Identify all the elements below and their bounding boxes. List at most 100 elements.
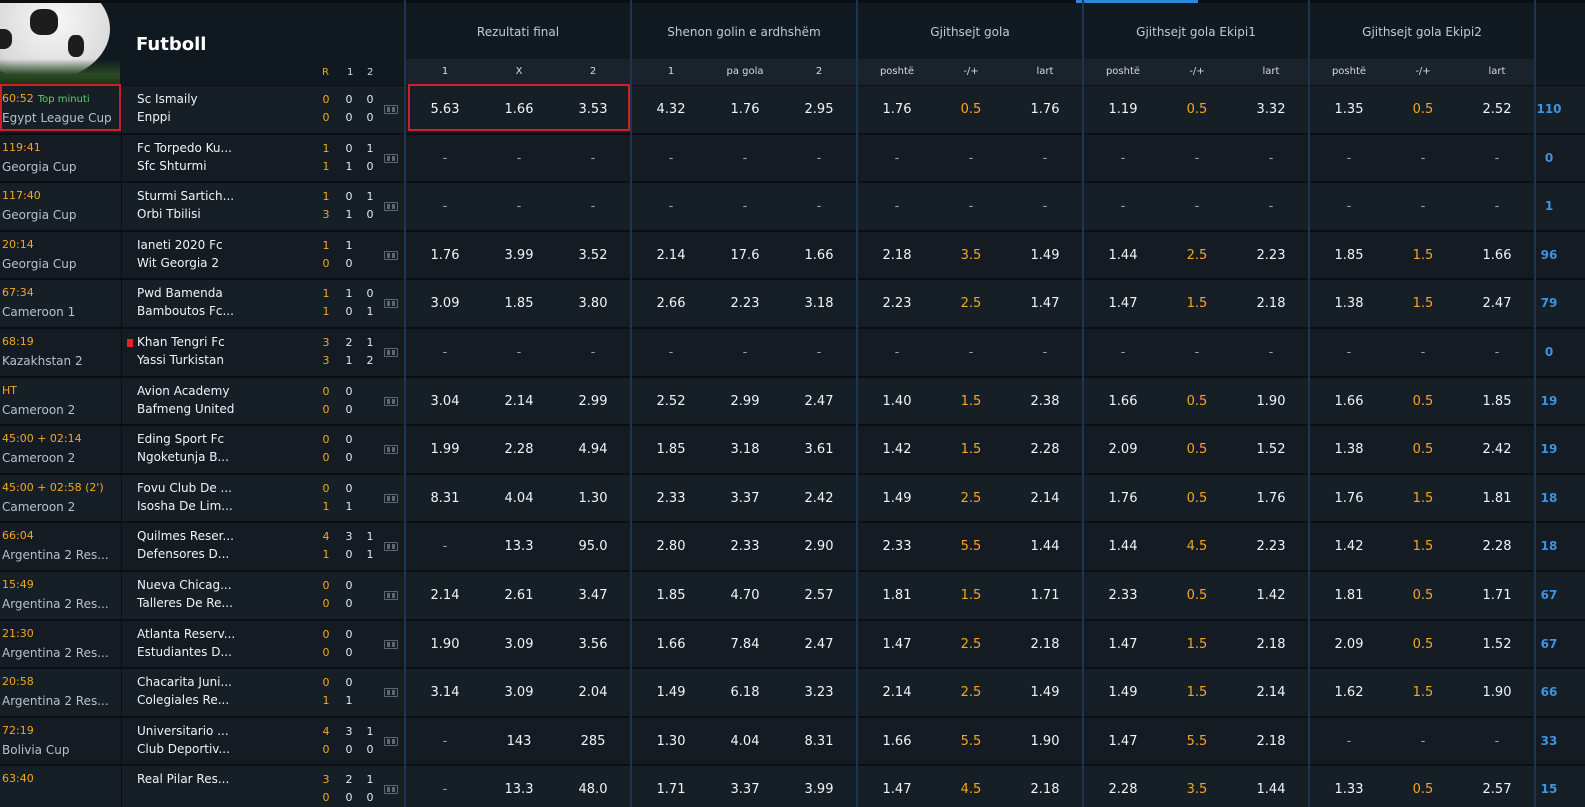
- odds-button[interactable]: 8.31: [408, 491, 482, 506]
- odds-button[interactable]: 2.14: [1008, 491, 1082, 506]
- match-row[interactable]: 21:30 Argentina 2 Res... Atlanta Reserv...…: [0, 620, 1585, 669]
- odds-button[interactable]: 1.42: [860, 442, 934, 457]
- odds-button[interactable]: 2.14: [860, 685, 934, 700]
- odds-button[interactable]: 2.95: [782, 102, 856, 117]
- odds-button[interactable]: 7.84: [708, 637, 782, 652]
- odds-button[interactable]: 1.66: [1086, 394, 1160, 409]
- odds-button[interactable]: 2.99: [556, 394, 630, 409]
- odds-button[interactable]: 1.66: [482, 102, 556, 117]
- odds-button[interactable]: 143: [482, 734, 556, 749]
- total-line[interactable]: 2.5: [934, 296, 1008, 311]
- odds-button[interactable]: 2.14: [1234, 685, 1308, 700]
- odds-button[interactable]: 1.49: [1086, 685, 1160, 700]
- odds-button[interactable]: 2.09: [1086, 442, 1160, 457]
- odds-button[interactable]: 1.47: [860, 782, 934, 797]
- markets-count[interactable]: 96: [1536, 248, 1562, 262]
- match-row[interactable]: 68:19 Kazakhstan 2 Khan Tengri Fc Yassi Tur…: [0, 328, 1585, 377]
- markets-count[interactable]: 66: [1536, 685, 1562, 699]
- odds-button[interactable]: 1.85: [482, 296, 556, 311]
- odds-button[interactable]: 3.32: [1234, 102, 1308, 117]
- odds-button[interactable]: 17.6: [708, 248, 782, 263]
- match-info[interactable]: 21:30 Argentina 2 Res... Atlanta Reserv...…: [0, 620, 404, 668]
- odds-button[interactable]: 2.23: [1234, 539, 1308, 554]
- match-row[interactable]: 15:49 Argentina 2 Res... Nueva Chicag... Ta…: [0, 571, 1585, 620]
- total-line[interactable]: 0.5: [1386, 394, 1460, 409]
- odds-button[interactable]: 2.28: [1086, 782, 1160, 797]
- odds-button[interactable]: 1.52: [1460, 637, 1534, 652]
- statistics-icon[interactable]: [384, 493, 398, 503]
- statistics-icon[interactable]: [384, 736, 398, 746]
- odds-button[interactable]: 3.56: [556, 637, 630, 652]
- more-markets[interactable]: 1: [1536, 183, 1585, 230]
- odds-button[interactable]: 2.18: [1234, 637, 1308, 652]
- odds-button[interactable]: 1.76: [1008, 102, 1082, 117]
- more-markets[interactable]: 67: [1536, 620, 1585, 668]
- more-markets[interactable]: 0: [1536, 134, 1585, 182]
- more-markets[interactable]: 66: [1536, 669, 1585, 716]
- odds-button[interactable]: 1.71: [1460, 588, 1534, 603]
- total-line[interactable]: 2.5: [934, 491, 1008, 506]
- markets-count[interactable]: 110: [1536, 102, 1562, 116]
- match-info[interactable]: 66:04 Argentina 2 Res... Quilmes Reser... D…: [0, 523, 404, 570]
- total-line[interactable]: 1.5: [1160, 296, 1234, 311]
- odds-button[interactable]: 2.61: [482, 588, 556, 603]
- odds-button[interactable]: 3.18: [708, 442, 782, 457]
- more-markets[interactable]: 33: [1536, 717, 1585, 765]
- odds-button[interactable]: 2.99: [708, 394, 782, 409]
- odds-button[interactable]: 1.47: [1086, 734, 1160, 749]
- odds-button[interactable]: 2.33: [860, 539, 934, 554]
- odds-button[interactable]: 1.62: [1312, 685, 1386, 700]
- odds-button[interactable]: 4.04: [708, 734, 782, 749]
- odds-button[interactable]: 2.47: [782, 637, 856, 652]
- odds-button[interactable]: 2.66: [634, 296, 708, 311]
- odds-button[interactable]: 2.52: [1460, 102, 1534, 117]
- odds-button[interactable]: 1.76: [1312, 491, 1386, 506]
- total-line[interactable]: 0.5: [1160, 102, 1234, 117]
- odds-button[interactable]: 1.44: [1008, 539, 1082, 554]
- total-line[interactable]: 4.5: [934, 782, 1008, 797]
- odds-button[interactable]: 3.18: [782, 296, 856, 311]
- more-markets[interactable]: 19: [1536, 426, 1585, 473]
- odds-button[interactable]: 2.57: [1460, 782, 1534, 797]
- odds-button[interactable]: 1.66: [782, 248, 856, 263]
- markets-count[interactable]: 19: [1536, 442, 1562, 456]
- markets-count[interactable]: 18: [1536, 539, 1562, 553]
- odds-button[interactable]: 1.38: [1312, 442, 1386, 457]
- odds-button[interactable]: 3.53: [556, 102, 630, 117]
- markets-count[interactable]: 79: [1536, 296, 1562, 310]
- odds-button[interactable]: 1.19: [1086, 102, 1160, 117]
- odds-button[interactable]: 3.09: [408, 296, 482, 311]
- markets-count[interactable]: 1: [1536, 199, 1562, 213]
- total-line[interactable]: 5.5: [934, 734, 1008, 749]
- total-line[interactable]: 4.5: [1160, 539, 1234, 554]
- odds-button[interactable]: 1.90: [408, 637, 482, 652]
- match-row[interactable]: 20:58 Argentina 2 Res... Chacarita Juni...…: [0, 668, 1585, 717]
- match-row[interactable]: 67:34 Cameroon 1 Pwd Bamenda Bamboutos Fc..…: [0, 279, 1585, 328]
- odds-button[interactable]: 2.28: [1460, 539, 1534, 554]
- odds-button[interactable]: 13.3: [482, 539, 556, 554]
- odds-button[interactable]: 2.38: [1008, 394, 1082, 409]
- match-row[interactable]: 119:41 Georgia Cup Fc Torpedo Ku... Sfc Sht…: [0, 134, 1585, 183]
- total-line[interactable]: 1.5: [1160, 637, 1234, 652]
- odds-button[interactable]: 4.94: [556, 442, 630, 457]
- match-info[interactable]: 67:34 Cameroon 1 Pwd Bamenda Bamboutos Fc..…: [0, 280, 404, 327]
- more-markets[interactable]: 0: [1536, 329, 1585, 376]
- more-markets[interactable]: 18: [1536, 474, 1585, 522]
- match-row[interactable]: 60:52 Top minuti Egypt League Cup Sc Ismail…: [0, 85, 1585, 134]
- markets-count[interactable]: 0: [1536, 345, 1562, 359]
- markets-count[interactable]: 18: [1536, 491, 1562, 505]
- total-line[interactable]: 1.5: [1386, 685, 1460, 700]
- total-line[interactable]: 1.5: [934, 588, 1008, 603]
- odds-button[interactable]: 1.90: [1008, 734, 1082, 749]
- odds-button[interactable]: 2.80: [634, 539, 708, 554]
- match-row[interactable]: 45:00 + 02:58 (2') Cameroon 2 Fovu Club De…: [0, 474, 1585, 523]
- odds-button[interactable]: 1.81: [1460, 491, 1534, 506]
- odds-button[interactable]: 2.18: [1234, 734, 1308, 749]
- odds-button[interactable]: 3.99: [482, 248, 556, 263]
- more-markets[interactable]: 18: [1536, 523, 1585, 570]
- match-row[interactable]: 117:40 Georgia Cup Sturmi Sartich... Orbi T…: [0, 182, 1585, 231]
- match-info[interactable]: 117:40 Georgia Cup Sturmi Sartich... Orbi T…: [0, 183, 404, 230]
- total-line[interactable]: 0.5: [1386, 588, 1460, 603]
- odds-button[interactable]: 1.42: [1312, 539, 1386, 554]
- odds-button[interactable]: 2.18: [1008, 782, 1082, 797]
